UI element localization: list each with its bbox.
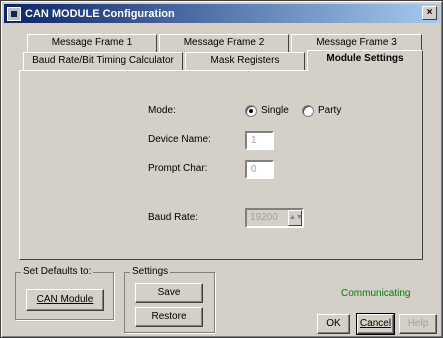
mode-label: Mode: — [148, 105, 176, 116]
button-label: Restore — [151, 311, 187, 322]
save-button[interactable]: Save — [135, 283, 203, 303]
mode-party-label[interactable]: Party — [318, 105, 341, 116]
ok-button[interactable]: OK — [317, 314, 350, 334]
tab-message-frame-1[interactable]: Message Frame 1 — [27, 34, 157, 52]
device-name-input[interactable]: 1 — [245, 131, 274, 150]
mode-party-radio[interactable] — [302, 105, 314, 117]
close-button[interactable]: × — [422, 6, 437, 20]
button-label: OK — [326, 318, 341, 329]
window-title: CAN MODULE Configuration — [25, 7, 175, 20]
baud-rate-label: Baud Rate: — [148, 212, 199, 223]
cancel-button[interactable]: Cancel — [356, 313, 395, 335]
settings-title: Settings — [130, 266, 171, 277]
app-icon — [7, 6, 21, 21]
button-label: Help — [407, 318, 429, 329]
device-name-label: Device Name: — [148, 134, 211, 145]
baud-rate-select[interactable]: 19200 ▲▼ — [245, 208, 304, 228]
button-label: Cancel — [359, 318, 392, 329]
button-label: CAN Module — [36, 294, 94, 305]
tab-label: Message Frame 1 — [51, 37, 133, 48]
tab-label: Module Settings — [326, 53, 404, 64]
prompt-char-label: Prompt Char: — [148, 163, 208, 174]
tab-label: Message Frame 2 — [183, 37, 265, 48]
chevron-down-icon[interactable]: ▲▼ — [288, 210, 303, 226]
button-label: Save — [157, 287, 181, 298]
tab-message-frame-2[interactable]: Message Frame 2 — [159, 34, 289, 52]
tab-label: Message Frame 3 — [316, 37, 397, 48]
set-defaults-title: Set Defaults to: — [21, 266, 94, 277]
help-button[interactable]: Help — [399, 314, 437, 334]
can-module-config-window: CAN MODULE Configuration × Message Frame… — [0, 0, 443, 338]
can-module-defaults-button[interactable]: CAN Module — [26, 289, 104, 311]
baud-rate-value: 19200 — [250, 212, 278, 223]
prompt-char-input[interactable]: 0 — [245, 160, 274, 179]
tab-baud-rate-calculator[interactable]: Baud Rate/Bit Timing Calculator — [23, 52, 183, 70]
module-settings-panel: Mode: Single Party Device Name: 1 Prompt… — [19, 70, 423, 260]
restore-button[interactable]: Restore — [135, 307, 203, 327]
tab-label: Baud Rate/Bit Timing Calculator — [32, 55, 174, 66]
tab-mask-registers[interactable]: Mask Registers — [185, 52, 305, 70]
title-bar[interactable]: CAN MODULE Configuration × — [4, 4, 440, 23]
tab-module-settings[interactable]: Module Settings — [307, 50, 423, 71]
mode-single-label[interactable]: Single — [261, 105, 289, 116]
connection-status: Communicating — [341, 288, 411, 299]
tab-label: Mask Registers — [210, 55, 280, 66]
mode-single-radio[interactable] — [245, 105, 257, 117]
